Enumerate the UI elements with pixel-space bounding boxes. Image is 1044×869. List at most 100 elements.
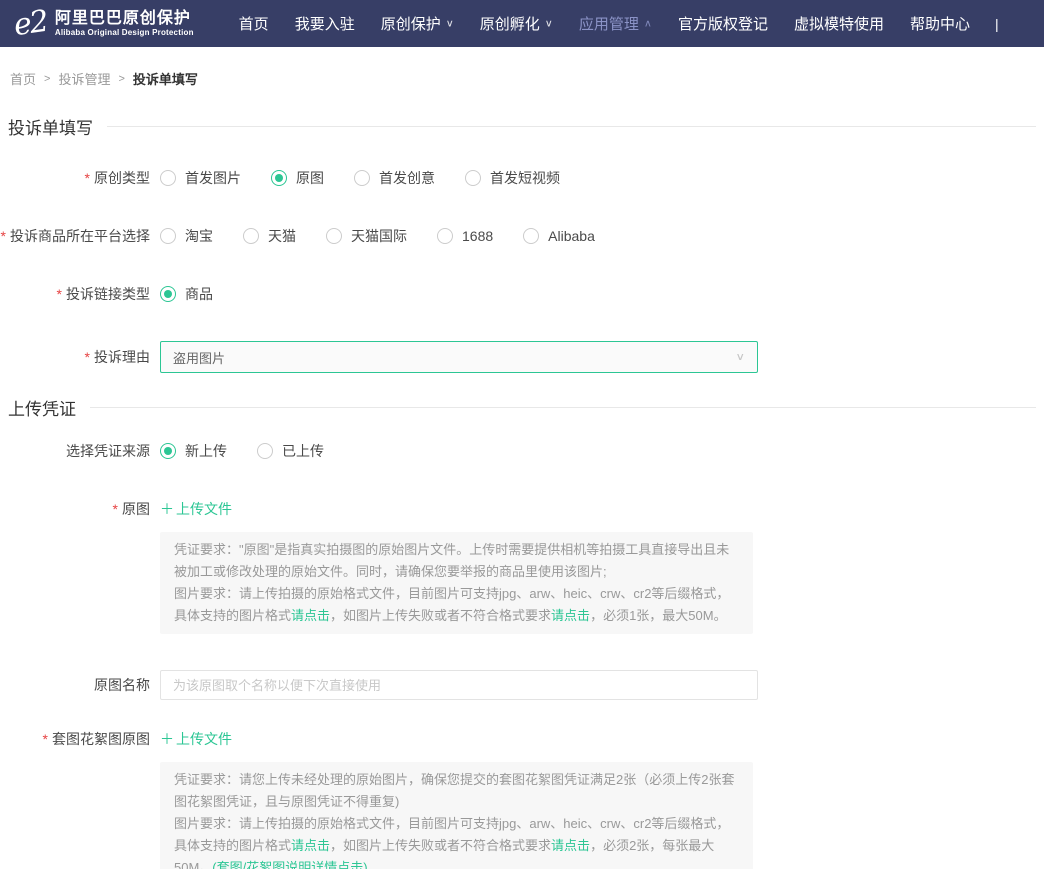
- nav-item-home[interactable]: 首页: [239, 13, 269, 34]
- set-image-detail-link[interactable]: (套图/花絮图说明详情点击): [212, 860, 367, 869]
- form-row-evidence-source: 选择凭证来源 新上传 已上传: [0, 440, 1044, 462]
- page-title: 投诉单填写: [8, 114, 93, 139]
- nav-item-label: 原创孵化: [480, 13, 540, 34]
- radio-label: 原图: [296, 168, 324, 188]
- nav-divider: |: [995, 16, 999, 32]
- selected-value: 盗用图片: [173, 348, 225, 367]
- nav-item-label: 应用管理: [579, 13, 639, 34]
- nav-item-label: 原创保护: [381, 13, 441, 34]
- breadcrumb-complaint-management[interactable]: 投诉管理: [58, 69, 110, 88]
- form-row-link-type: *投诉链接类型 商品: [0, 283, 1044, 305]
- field-label-text: 投诉理由: [94, 349, 150, 365]
- radio-icon: [257, 443, 273, 459]
- form-row-original-type: *原创类型 首发图片 原图 首发创意 首发短视频: [0, 167, 1044, 189]
- radio-tmall[interactable]: 天猫: [243, 226, 296, 246]
- nav-item-original-protection[interactable]: 原创保护 ∨: [381, 13, 454, 34]
- top-navbar: e2 阿里巴巴原创保护 Alibaba Original Design Prot…: [0, 0, 1044, 47]
- upload-label: 上传文件: [176, 729, 232, 749]
- field-label-text: 原图: [122, 501, 150, 517]
- radio-already-uploaded[interactable]: 已上传: [257, 441, 324, 461]
- radio-icon: [160, 170, 176, 186]
- radio-label: 已上传: [282, 441, 324, 461]
- set-image-note: 凭证要求：请您上传未经处理的原始图片，确保您提交的套图花絮图凭证满足2张（必须上…: [160, 762, 753, 869]
- radio-label: 商品: [185, 284, 213, 304]
- radio-first-published-image[interactable]: 首发图片: [160, 168, 241, 188]
- note-paragraph: 图片要求：请上传拍摄的原始格式文件，目前图片可支持jpg、arw、heic、cr…: [174, 813, 739, 869]
- radio-group-evidence-source: 新上传 已上传: [160, 441, 354, 461]
- logo-title: 阿里巴巴原创保护: [55, 10, 194, 28]
- upload-fail-help-link[interactable]: 请点击: [551, 608, 590, 623]
- nav-item-original-incubation[interactable]: 原创孵化∨: [480, 13, 553, 34]
- required-mark: *: [85, 349, 90, 365]
- radio-product[interactable]: 商品: [160, 284, 213, 304]
- radio-icon: [160, 228, 176, 244]
- breadcrumb-separator: >: [118, 73, 124, 85]
- nav-item-label: 虚拟模特使用: [794, 13, 884, 34]
- note-text: 凭证要求："原图"是指真实拍摄图的原始图片文件。上传时需要提供相机等拍摄工具直接…: [174, 542, 729, 579]
- nav-item-label: 帮助中心: [910, 13, 970, 34]
- required-mark: *: [43, 731, 48, 747]
- note-paragraph: 图片要求：请上传拍摄的原始格式文件，目前图片可支持jpg、arw、heic、cr…: [174, 583, 739, 627]
- radio-label: 天猫国际: [351, 226, 407, 246]
- field-label: *投诉理由: [0, 347, 150, 367]
- radio-group-original-type: 首发图片 原图 首发创意 首发短视频: [160, 168, 590, 188]
- form-row-set-image: *套图花絮图原图 ＋ 上传文件: [0, 728, 1044, 750]
- radio-alibaba[interactable]: Alibaba: [523, 228, 595, 244]
- nav-item-label: 官方版权登记: [678, 13, 768, 34]
- radio-icon: [243, 228, 259, 244]
- upload-section-title: 上传凭证: [8, 395, 1036, 420]
- nav-item-join[interactable]: 我要入驻: [295, 13, 355, 34]
- radio-icon: [354, 170, 370, 186]
- nav-item-help-center[interactable]: 帮助中心: [910, 13, 970, 34]
- breadcrumb-current: 投诉单填写: [133, 69, 198, 88]
- note-text: ，必须1张，最大50M。: [590, 608, 727, 623]
- logo-text: 阿里巴巴原创保护 Alibaba Original Design Protect…: [55, 10, 194, 38]
- required-mark: *: [113, 501, 118, 517]
- radio-original-image[interactable]: 原图: [271, 168, 324, 188]
- breadcrumb-separator: >: [44, 73, 50, 85]
- radio-icon: [465, 170, 481, 186]
- field-label-text: 投诉链接类型: [66, 286, 150, 302]
- required-mark: *: [1, 228, 6, 244]
- complaint-reason-select[interactable]: 盗用图片 ∨: [160, 341, 758, 373]
- app-logo[interactable]: e2 阿里巴巴原创保护 Alibaba Original Design Prot…: [14, 9, 194, 39]
- field-label-text: 选择凭证来源: [66, 443, 150, 459]
- radio-first-short-video[interactable]: 首发短视频: [465, 168, 560, 188]
- radio-checked-icon: [160, 443, 176, 459]
- chevron-down-icon: ∨: [446, 18, 454, 30]
- field-label: *套图花絮图原图: [0, 729, 150, 749]
- divider: [107, 126, 1036, 127]
- complaint-form: *原创类型 首发图片 原图 首发创意 首发短视频 *投诉商品所在平台选择 淘宝 …: [0, 167, 1044, 869]
- radio-icon: [523, 228, 539, 244]
- format-help-link[interactable]: 请点击: [291, 608, 330, 623]
- nav-menu: 首页 我要入驻 原创保护∨ 原创孵化∨ 应用管理∧ 官方版权登记 虚拟模特使用 …: [226, 13, 983, 34]
- radio-checked-icon: [271, 170, 287, 186]
- plus-icon: ＋: [160, 729, 174, 749]
- radio-label: 淘宝: [185, 226, 213, 246]
- nav-item-app-management[interactable]: 应用管理∧: [579, 13, 652, 34]
- upload-set-image-button[interactable]: ＋ 上传文件: [160, 729, 232, 749]
- complaint-form-section-title: 投诉单填写: [8, 114, 1036, 139]
- nav-item-official-copyright[interactable]: 官方版权登记: [678, 13, 768, 34]
- note-paragraph: 凭证要求：请您上传未经处理的原始图片，确保您提交的套图花絮图凭证满足2张（必须上…: [174, 769, 739, 813]
- nav-item-virtual-model[interactable]: 虚拟模特使用: [794, 13, 884, 34]
- note-text: ，如图片上传失败或者不符合格式要求: [330, 608, 551, 623]
- field-label: *投诉商品所在平台选择: [0, 226, 150, 246]
- radio-first-creative[interactable]: 首发创意: [354, 168, 435, 188]
- divider: [90, 407, 1036, 408]
- note-paragraph: 凭证要求："原图"是指真实拍摄图的原始图片文件。上传时需要提供相机等拍摄工具直接…: [174, 539, 739, 583]
- radio-new-upload[interactable]: 新上传: [160, 441, 227, 461]
- field-label-text: 投诉商品所在平台选择: [10, 228, 150, 244]
- original-name-input[interactable]: [160, 670, 758, 700]
- radio-1688[interactable]: 1688: [437, 228, 493, 244]
- upload-fail-help-link[interactable]: 请点击: [551, 838, 590, 853]
- upload-original-image-button[interactable]: ＋ 上传文件: [160, 499, 232, 519]
- format-help-link[interactable]: 请点击: [291, 838, 330, 853]
- breadcrumb-home[interactable]: 首页: [10, 69, 36, 88]
- form-row-original-image: *原图 ＋ 上传文件: [0, 498, 1044, 520]
- logo-subtitle: Alibaba Original Design Protection: [55, 28, 194, 38]
- radio-tmall-global[interactable]: 天猫国际: [326, 226, 407, 246]
- upload-label: 上传文件: [176, 499, 232, 519]
- radio-checked-icon: [160, 286, 176, 302]
- radio-taobao[interactable]: 淘宝: [160, 226, 213, 246]
